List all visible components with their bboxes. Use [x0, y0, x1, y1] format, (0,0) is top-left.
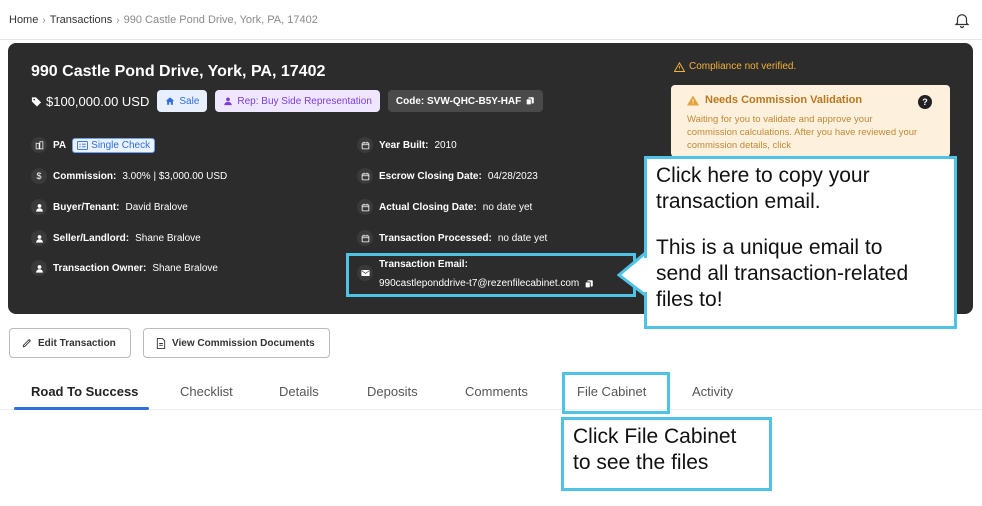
validation-title: Needs Commission Validation — [687, 94, 862, 106]
state-field: PA Single Check — [31, 137, 156, 153]
year-built-label: Year Built: — [379, 139, 429, 151]
seller-field: Seller/Landlord: Shane Bralove — [31, 230, 201, 246]
edit-transaction-label: Edit Transaction — [38, 337, 116, 349]
top-bar: Home › Transactions › 990 Castle Pond Drive,… — [0, 0, 982, 40]
callout-joint — [643, 258, 648, 292]
bell-icon[interactable] — [953, 11, 971, 29]
sale-chip: Sale — [157, 90, 208, 112]
tab-road-to-success[interactable]: Road To Success — [31, 384, 138, 399]
owner-label: Transaction Owner: — [53, 262, 147, 274]
building-icon — [31, 137, 47, 153]
representation-chip-label: Rep: Buy Side Representation — [237, 95, 372, 107]
active-tab-indicator — [14, 407, 149, 410]
actual-closing-value: no date yet — [482, 201, 533, 213]
chevron-right-icon: › — [116, 14, 120, 26]
transaction-processed-label: Transaction Processed: — [379, 232, 492, 244]
transaction-address: 990 Castle Pond Drive, York, PA, 17402 — [31, 63, 326, 80]
tab-activity[interactable]: Activity — [692, 384, 733, 399]
single-check-label: Single Check — [91, 139, 151, 151]
breadcrumb-home[interactable]: Home — [9, 14, 38, 26]
file-cabinet-highlight — [562, 372, 670, 414]
actual-closing-field: Actual Closing Date: no date yet — [357, 199, 532, 215]
single-check-badge[interactable]: Single Check — [72, 137, 156, 153]
buyer-label: Buyer/Tenant: — [53, 201, 120, 213]
calendar-icon — [357, 137, 373, 153]
escrow-closing-value: 04/28/2023 — [487, 170, 538, 182]
warning-icon — [687, 95, 699, 105]
seller-value: Shane Bralove — [135, 232, 201, 244]
dollar-icon: $ — [31, 168, 47, 184]
sale-chip-label: Sale — [179, 95, 200, 107]
email-callout-line: send all transaction-related — [656, 262, 909, 285]
price-tag-icon — [31, 96, 42, 107]
calendar-icon — [357, 230, 373, 246]
compliance-status: Compliance not verified. — [674, 61, 796, 72]
view-commission-documents-label: View Commission Documents — [172, 337, 315, 349]
owner-field: Transaction Owner: Shane Bralove — [31, 260, 218, 276]
calendar-icon — [357, 168, 373, 184]
buyer-field: Buyer/Tenant: David Bralove — [31, 199, 188, 215]
email-callout-line: files to! — [656, 288, 723, 311]
file-cabinet-callout: Click File Cabinet to see the files — [561, 417, 772, 491]
email-callout: Click here to copy your transaction emai… — [644, 156, 957, 329]
callout-spacer — [656, 215, 945, 235]
user-icon — [31, 199, 47, 215]
code-chip[interactable]: Code: SVW-QHC-B5Y-HAF — [387, 90, 544, 112]
help-icon[interactable]: ? — [918, 95, 932, 109]
file-cabinet-callout-line: to see the files — [573, 451, 709, 474]
transaction-processed-value: no date yet — [497, 232, 548, 244]
owner-value: Shane Bralove — [152, 262, 218, 274]
validation-title-text: Needs Commission Validation — [705, 94, 863, 106]
escrow-closing-label: Escrow Closing Date: — [379, 170, 482, 182]
year-built-field: Year Built: 2010 — [357, 137, 457, 153]
chevron-right-icon: › — [42, 14, 46, 26]
email-highlight — [346, 253, 636, 297]
year-built-value: 2010 — [434, 139, 457, 151]
user-icon — [31, 260, 47, 276]
actual-closing-label: Actual Closing Date: — [379, 201, 477, 213]
compliance-status-text: Compliance not verified. — [689, 61, 797, 72]
file-cabinet-callout-line: Click File Cabinet — [573, 425, 737, 448]
breadcrumb: Home › Transactions › 990 Castle Pond Drive,… — [9, 14, 318, 26]
breadcrumb-transactions[interactable]: Transactions — [50, 14, 113, 26]
view-commission-documents-button[interactable]: View Commission Documents — [143, 328, 330, 358]
home-icon — [166, 97, 175, 105]
breadcrumb-current: 990 Castle Pond Drive, York, PA, 17402 — [123, 14, 318, 27]
buyer-value: David Bralove — [125, 201, 188, 213]
price: $100,000.00 USD — [31, 94, 149, 109]
copy-icon[interactable] — [525, 96, 535, 106]
code-chip-label: Code: SVW-QHC-B5Y-HAF — [395, 95, 522, 107]
email-callout-line: Click here to copy your — [656, 164, 870, 187]
user-icon — [31, 230, 47, 246]
calendar-icon — [357, 199, 373, 215]
email-callout-line: transaction email. — [656, 190, 821, 213]
pencil-icon — [22, 339, 31, 348]
price-value: $100,000.00 USD — [46, 93, 150, 109]
state-value: PA — [53, 139, 67, 151]
commission-validation-panel: Needs Commission Validation Waiting for … — [671, 85, 950, 157]
user-icon — [224, 97, 233, 106]
tab-deposits[interactable]: Deposits — [367, 384, 418, 399]
price-row: $100,000.00 USD Sale Rep: Buy Side Repre… — [31, 89, 551, 113]
tab-checklist[interactable]: Checklist — [180, 384, 233, 399]
validation-body: Waiting for you to validate and approve … — [687, 114, 918, 151]
check-list-icon — [77, 140, 89, 150]
commission-value: 3.00% | $3,000.00 USD — [122, 170, 228, 182]
commission-field: $ Commission: 3.00% | $3,000.00 USD — [31, 168, 227, 184]
document-icon — [156, 337, 166, 349]
representation-chip: Rep: Buy Side Representation — [215, 90, 380, 112]
tab-comments[interactable]: Comments — [465, 384, 528, 399]
warning-icon — [674, 61, 685, 72]
tab-bar: Road To Success Checklist Details Deposi… — [0, 370, 982, 410]
transaction-processed-field: Transaction Processed: no date yet — [357, 230, 547, 246]
email-callout-line: This is a unique email to — [656, 236, 883, 259]
escrow-closing-field: Escrow Closing Date: 04/28/2023 — [357, 168, 538, 184]
edit-transaction-button[interactable]: Edit Transaction — [9, 328, 131, 358]
tab-details[interactable]: Details — [279, 384, 319, 399]
seller-label: Seller/Landlord: — [53, 232, 130, 244]
commission-label: Commission: — [53, 170, 117, 182]
